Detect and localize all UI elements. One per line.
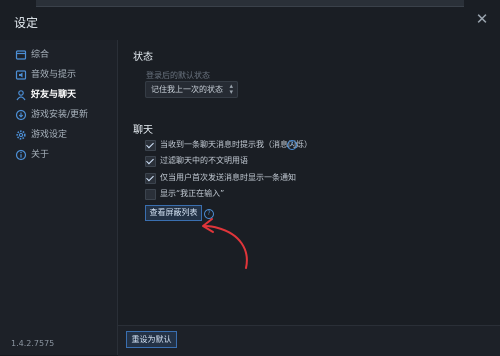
- sidebar-item-label: 关于: [31, 150, 50, 160]
- info-icon: [15, 149, 27, 161]
- default-status-label: 登录后的默认状态: [146, 71, 210, 80]
- sidebar-item-friends-chat[interactable]: 好友与聊天: [0, 86, 117, 104]
- sidebar-item-game-settings[interactable]: 游戏设定: [0, 126, 117, 144]
- download-icon: [15, 109, 27, 121]
- close-icon[interactable]: ✕: [472, 9, 492, 29]
- message-flash-checkbox[interactable]: [145, 140, 156, 151]
- chat-option-label: 仅当用户首次发送消息时显示一条通知: [160, 173, 296, 182]
- version-label: 1.4.2.7575: [11, 339, 55, 348]
- sidebar-item-label: 游戏安装/更新: [31, 110, 89, 120]
- sidebar-item-install-update[interactable]: 游戏安装/更新: [0, 106, 117, 124]
- help-icon[interactable]: ?: [287, 140, 297, 150]
- status-heading: 状态: [133, 52, 153, 63]
- annotation-arrow-icon: [202, 218, 248, 269]
- speaker-icon: [15, 70, 27, 80]
- chat-option-label: 显示“我正在输入”: [160, 189, 225, 198]
- chat-option-label: 过滤聊天中的不文明用语: [160, 156, 248, 165]
- select-value: 记住我上一次的状态: [151, 85, 223, 94]
- sidebar-item-label: 音效与提示: [31, 70, 77, 80]
- settings-dialog: 设定 ✕ 综合 音效与提示 好友与聊天 游戏安装/更新 游戏设定 关于 1.4.…: [0, 0, 500, 356]
- sidebar-item-label: 好友与聊天: [31, 90, 77, 100]
- sidebar-item-sound[interactable]: 音效与提示: [0, 66, 117, 84]
- profanity-filter-checkbox[interactable]: [145, 156, 156, 167]
- sidebar-item-label: 游戏设定: [31, 130, 68, 140]
- first-message-notify-checkbox[interactable]: [145, 173, 156, 184]
- sidebar: 综合 音效与提示 好友与聊天 游戏安装/更新 游戏设定 关于: [0, 40, 118, 355]
- reset-defaults-button[interactable]: 重设为默认: [126, 331, 177, 348]
- gear-icon: [16, 130, 26, 140]
- sidebar-item-about[interactable]: 关于: [0, 146, 117, 164]
- typing-indicator-checkbox[interactable]: [145, 189, 156, 200]
- sidebar-item-label: 综合: [31, 50, 50, 60]
- chevron-updown-icon: ▴ ▾: [229, 82, 233, 96]
- chat-heading: 聊天: [133, 125, 153, 136]
- window-icon: [15, 50, 27, 60]
- sidebar-item-general[interactable]: 综合: [0, 46, 117, 64]
- default-status-select[interactable]: 记住我上一次的状态 ▴ ▾: [145, 81, 238, 98]
- parent-window-edge: [36, 0, 464, 7]
- dialog-title: 设定: [14, 16, 39, 30]
- person-icon: [16, 90, 26, 101]
